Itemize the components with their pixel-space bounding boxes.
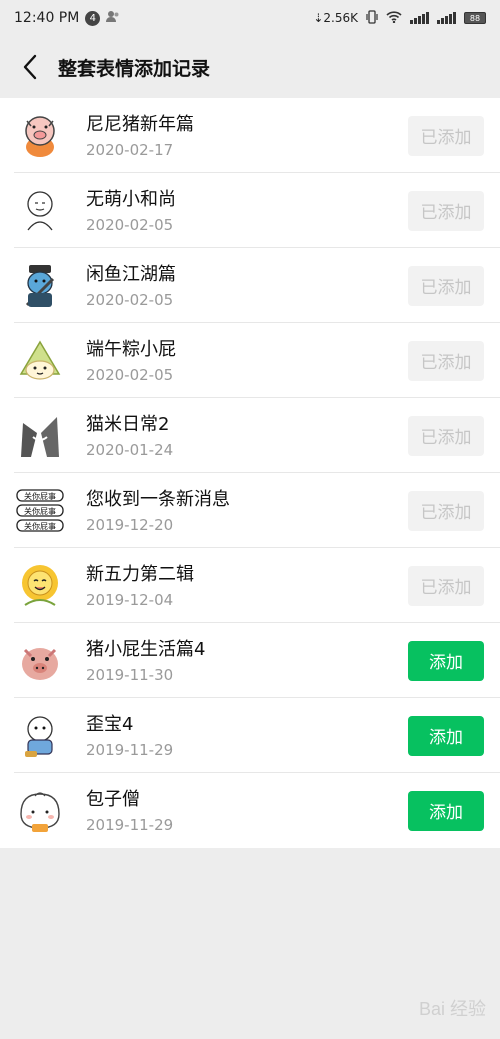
sticker-thumbnail — [14, 260, 66, 312]
monk-sticker-icon — [27, 190, 53, 230]
sticker-thumbnail — [14, 185, 66, 237]
chevron-left-icon — [23, 54, 37, 80]
sunflower-sticker-icon — [22, 564, 58, 606]
pig-sticker-icon — [25, 115, 55, 157]
item-date: 2019-11-30 — [86, 665, 174, 684]
item-info: 无萌小和尚 2020-02-05 — [86, 188, 408, 234]
thumb-text-2: 关你屁事 — [24, 506, 56, 516]
sticker-thumbnail — [14, 785, 66, 837]
sticker-thumbnail — [14, 635, 66, 687]
item-info: 端午粽小屁 2020-02-05 — [86, 338, 408, 384]
list-item: 无萌小和尚 2020-02-05 已添加 — [0, 173, 500, 248]
list-item: 包子僧 2019-11-29 添加 — [0, 773, 500, 848]
signal-icon-2 — [437, 12, 456, 24]
cat-sticker-icon — [21, 416, 59, 457]
item-info: 包子僧 2019-11-29 — [86, 788, 408, 834]
item-date: 2020-02-05 — [86, 290, 174, 309]
zongzi-sticker-icon — [19, 340, 61, 380]
list-item: 尼尼猪新年篇 2020-02-17 已添加 — [0, 98, 500, 173]
list-item: 端午粽小屁 2020-02-05 已添加 — [0, 323, 500, 398]
thumb-text-1: 关你屁事 — [24, 491, 56, 501]
waibao-sticker-icon — [25, 715, 53, 757]
added-button: 已添加 — [408, 565, 484, 606]
wifi-icon — [386, 10, 402, 26]
item-info: 猫米日常2 2020-01-24 — [86, 413, 408, 459]
bun-monk-sticker-icon — [20, 791, 60, 832]
list-item: 新五力第二辑 2019-12-04 已添加 — [0, 548, 500, 623]
add-button[interactable]: 添加 — [408, 640, 484, 681]
list-item: 猪小屁生活篇4 2019-11-30 添加 — [0, 623, 500, 698]
add-button[interactable]: 添加 — [408, 790, 484, 831]
piglet-sticker-icon — [22, 647, 58, 680]
item-date: 2019-12-04 — [86, 590, 174, 609]
list-item: 歪宝4 2019-11-29 添加 — [0, 698, 500, 773]
item-name: 尼尼猪新年篇 — [86, 113, 194, 135]
text-sticker-icon: 关你屁事 关你屁事 关你屁事 — [16, 488, 64, 532]
notification-badge: 4 — [85, 10, 101, 26]
add-button[interactable]: 添加 — [408, 715, 484, 756]
sticker-thumbnail — [14, 410, 66, 462]
fish-swordsman-sticker-icon — [25, 264, 55, 307]
item-name: 猫米日常2 — [86, 413, 170, 435]
item-name: 包子僧 — [86, 788, 140, 810]
thumb-text-3: 关你屁事 — [24, 521, 56, 531]
vibrate-icon — [366, 9, 378, 27]
added-button: 已添加 — [408, 490, 484, 531]
contacts-icon — [106, 10, 120, 26]
sticker-thumbnail — [14, 560, 66, 612]
navigation-bar: 整套表情添加记录 — [0, 36, 500, 98]
added-button: 已添加 — [408, 115, 484, 156]
item-date: 2019-11-29 — [86, 815, 174, 834]
item-info: 猪小屁生活篇4 2019-11-30 — [86, 638, 408, 684]
item-date: 2020-02-17 — [86, 140, 174, 159]
network-speed: ⇣2.56K — [313, 11, 358, 25]
added-button: 已添加 — [408, 190, 484, 231]
item-info: 新五力第二辑 2019-12-04 — [86, 563, 408, 609]
item-name: 歪宝4 — [86, 713, 134, 735]
item-date: 2019-12-20 — [86, 515, 174, 534]
status-time: 12:40 PM — [14, 10, 80, 26]
item-info: 您收到一条新消息 2019-12-20 — [86, 488, 408, 534]
status-left: 12:40 PM 4 — [14, 10, 120, 26]
added-button: 已添加 — [408, 265, 484, 306]
sticker-thumbnail — [14, 710, 66, 762]
item-date: 2019-11-29 — [86, 740, 174, 759]
status-bar: 12:40 PM 4 ⇣2.56K 88 — [0, 0, 500, 36]
item-name: 无萌小和尚 — [86, 188, 176, 210]
sticker-list: 尼尼猪新年篇 2020-02-17 已添加 无萌小和尚 2020-02-05 已… — [0, 98, 500, 848]
item-date: 2020-02-05 — [86, 365, 174, 384]
page-title: 整套表情添加记录 — [58, 57, 211, 80]
sticker-thumbnail — [14, 335, 66, 387]
battery-icon: 88 — [464, 12, 486, 24]
sticker-thumbnail: 关你屁事 关你屁事 关你屁事 — [14, 485, 66, 537]
item-name: 新五力第二辑 — [86, 563, 194, 585]
item-name: 您收到一条新消息 — [86, 488, 230, 510]
item-date: 2020-02-05 — [86, 215, 174, 234]
item-info: 尼尼猪新年篇 2020-02-17 — [86, 113, 408, 159]
added-button: 已添加 — [408, 340, 484, 381]
item-info: 闲鱼江湖篇 2020-02-05 — [86, 263, 408, 309]
list-item: 关你屁事 关你屁事 关你屁事 您收到一条新消息 2019-12-20 已添加 — [0, 473, 500, 548]
added-button: 已添加 — [408, 415, 484, 456]
list-item: 猫米日常2 2020-01-24 已添加 — [0, 398, 500, 473]
status-right: ⇣2.56K 88 — [313, 9, 486, 27]
item-info: 歪宝4 2019-11-29 — [86, 713, 408, 759]
signal-icon-1 — [410, 12, 429, 24]
item-name: 端午粽小屁 — [86, 338, 176, 360]
item-name: 闲鱼江湖篇 — [86, 263, 176, 285]
list-item: 闲鱼江湖篇 2020-02-05 已添加 — [0, 248, 500, 323]
back-button[interactable] — [16, 53, 44, 81]
watermark: Bai 经验 — [418, 999, 486, 1019]
item-name: 猪小屁生活篇4 — [86, 638, 206, 660]
sticker-thumbnail — [14, 110, 66, 162]
item-date: 2020-01-24 — [86, 440, 174, 459]
network-speed-value: 2.56K — [323, 11, 358, 25]
